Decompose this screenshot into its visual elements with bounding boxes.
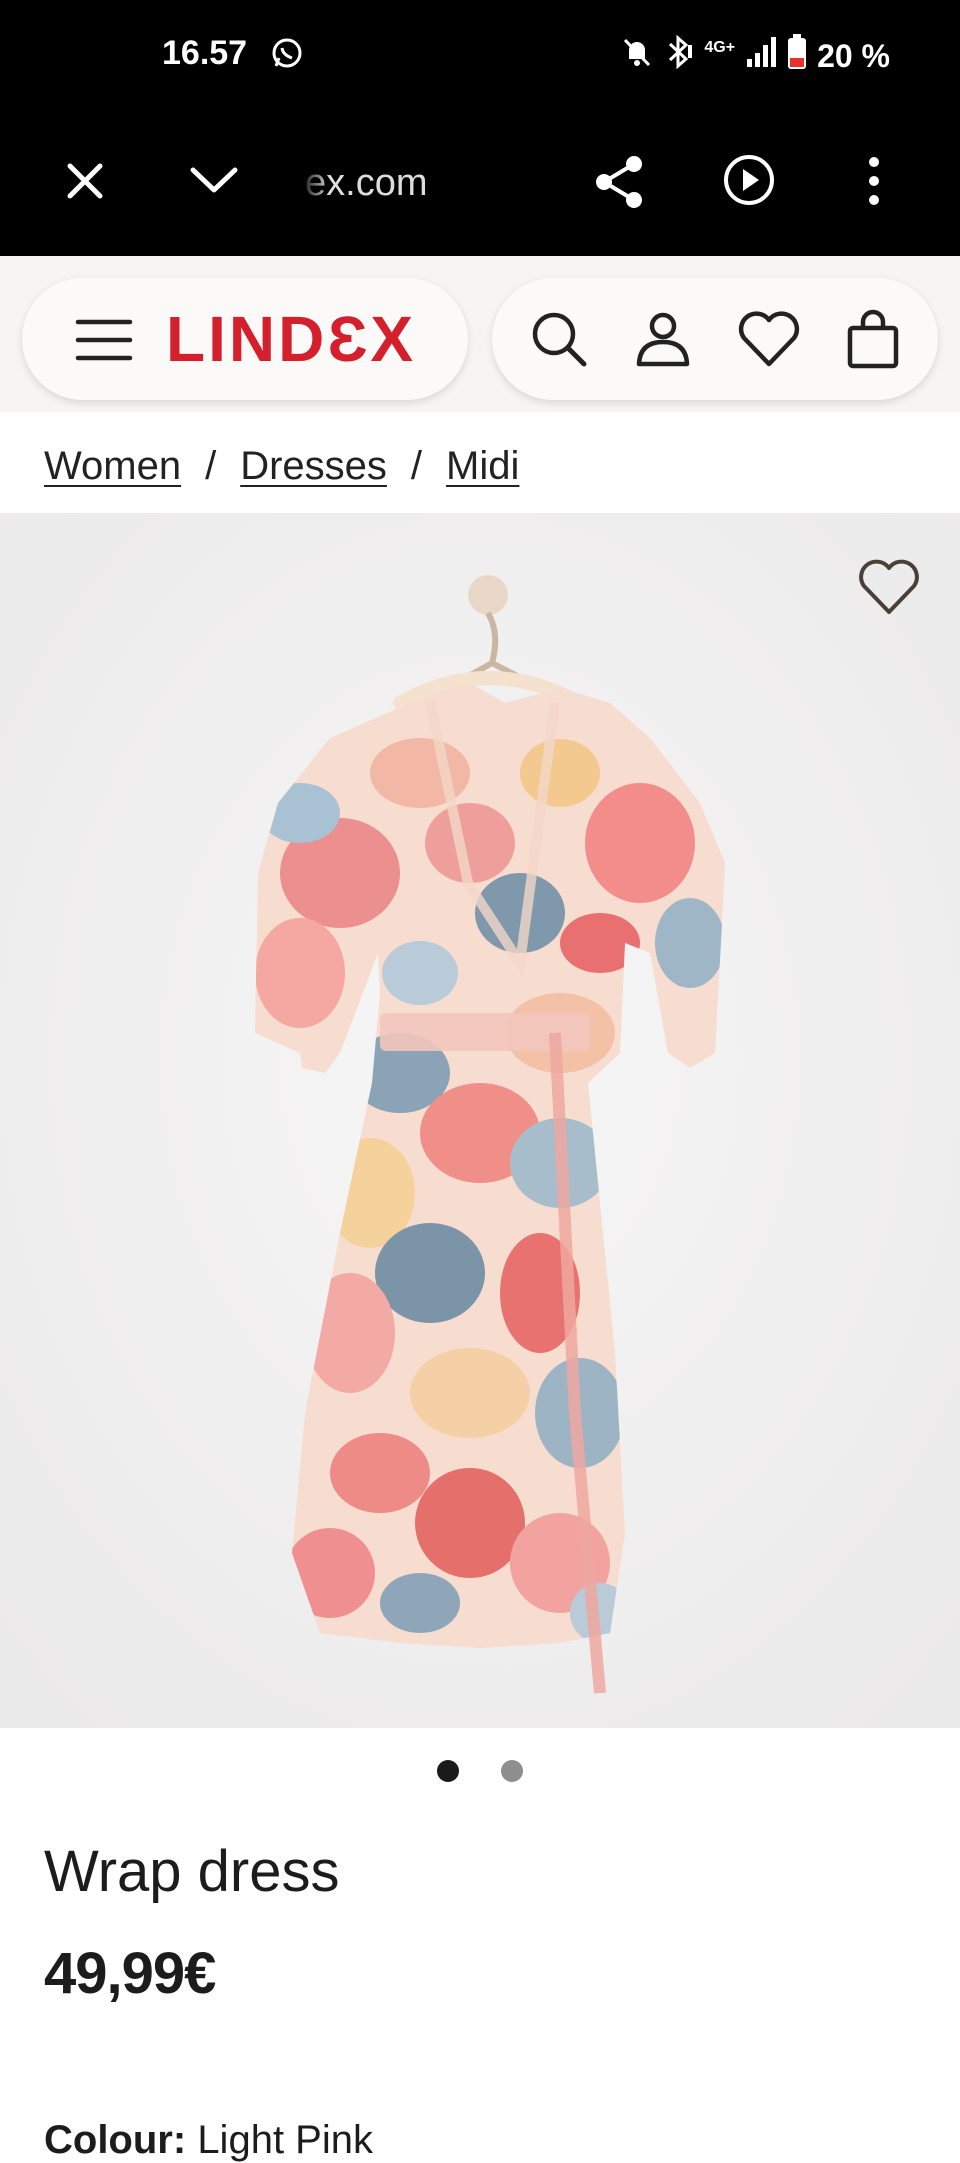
carousel-dot-1[interactable] xyxy=(437,1760,459,1782)
breadcrumb-separator: / xyxy=(205,444,217,488)
breadcrumb: Women / Dresses / Midi xyxy=(44,444,519,489)
favorites-icon[interactable] xyxy=(736,308,802,375)
product-image[interactable] xyxy=(0,513,960,1728)
bag-icon[interactable] xyxy=(844,308,902,375)
browser-toolbar: ex.com xyxy=(0,110,960,256)
colour-value: Light Pink xyxy=(197,2118,373,2162)
breadcrumb-item-women[interactable]: Women xyxy=(44,444,181,489)
status-bar: 16.57 4G+ 20 % xyxy=(0,0,960,110)
search-icon[interactable] xyxy=(528,308,590,375)
image-carousel-indicator xyxy=(0,1760,960,1782)
battery-level: 20 % xyxy=(817,37,890,74)
product-colour: Colour: Light Pink xyxy=(44,2118,373,2163)
whatsapp-icon xyxy=(270,36,304,75)
product-price: 49,99€ xyxy=(44,1941,216,2006)
status-time: 16.57 xyxy=(162,34,248,72)
mute-icon xyxy=(620,35,654,77)
breadcrumb-item-midi[interactable]: Midi xyxy=(446,444,519,489)
lindex-logo[interactable]: LINDƐX xyxy=(166,302,416,376)
add-to-favorites-icon[interactable] xyxy=(856,557,922,622)
more-vert-icon[interactable] xyxy=(866,154,882,213)
url-fade xyxy=(300,150,330,210)
header-right-group xyxy=(492,278,938,400)
status-indicators: 4G+ 20 % xyxy=(620,34,890,78)
carousel-dot-2[interactable] xyxy=(501,1760,523,1782)
dress-illustration xyxy=(0,513,960,1728)
chevron-down-icon[interactable] xyxy=(188,160,240,207)
account-icon[interactable] xyxy=(632,308,694,375)
share-icon[interactable] xyxy=(592,154,646,215)
play-icon[interactable] xyxy=(722,152,776,213)
signal-icon xyxy=(745,35,777,77)
close-icon[interactable] xyxy=(64,160,106,207)
battery-icon xyxy=(787,34,807,78)
site-header: LINDƐX xyxy=(0,256,960,412)
bluetooth-icon xyxy=(664,34,694,77)
colour-label: Colour: xyxy=(44,2118,187,2162)
breadcrumb-item-dresses[interactable]: Dresses xyxy=(240,444,387,489)
breadcrumb-separator: / xyxy=(410,444,423,488)
menu-icon[interactable] xyxy=(74,318,134,367)
header-left-group: LINDƐX xyxy=(22,278,468,400)
network-type: 4G+ xyxy=(704,39,736,56)
product-title: Wrap dress xyxy=(44,1839,340,1904)
